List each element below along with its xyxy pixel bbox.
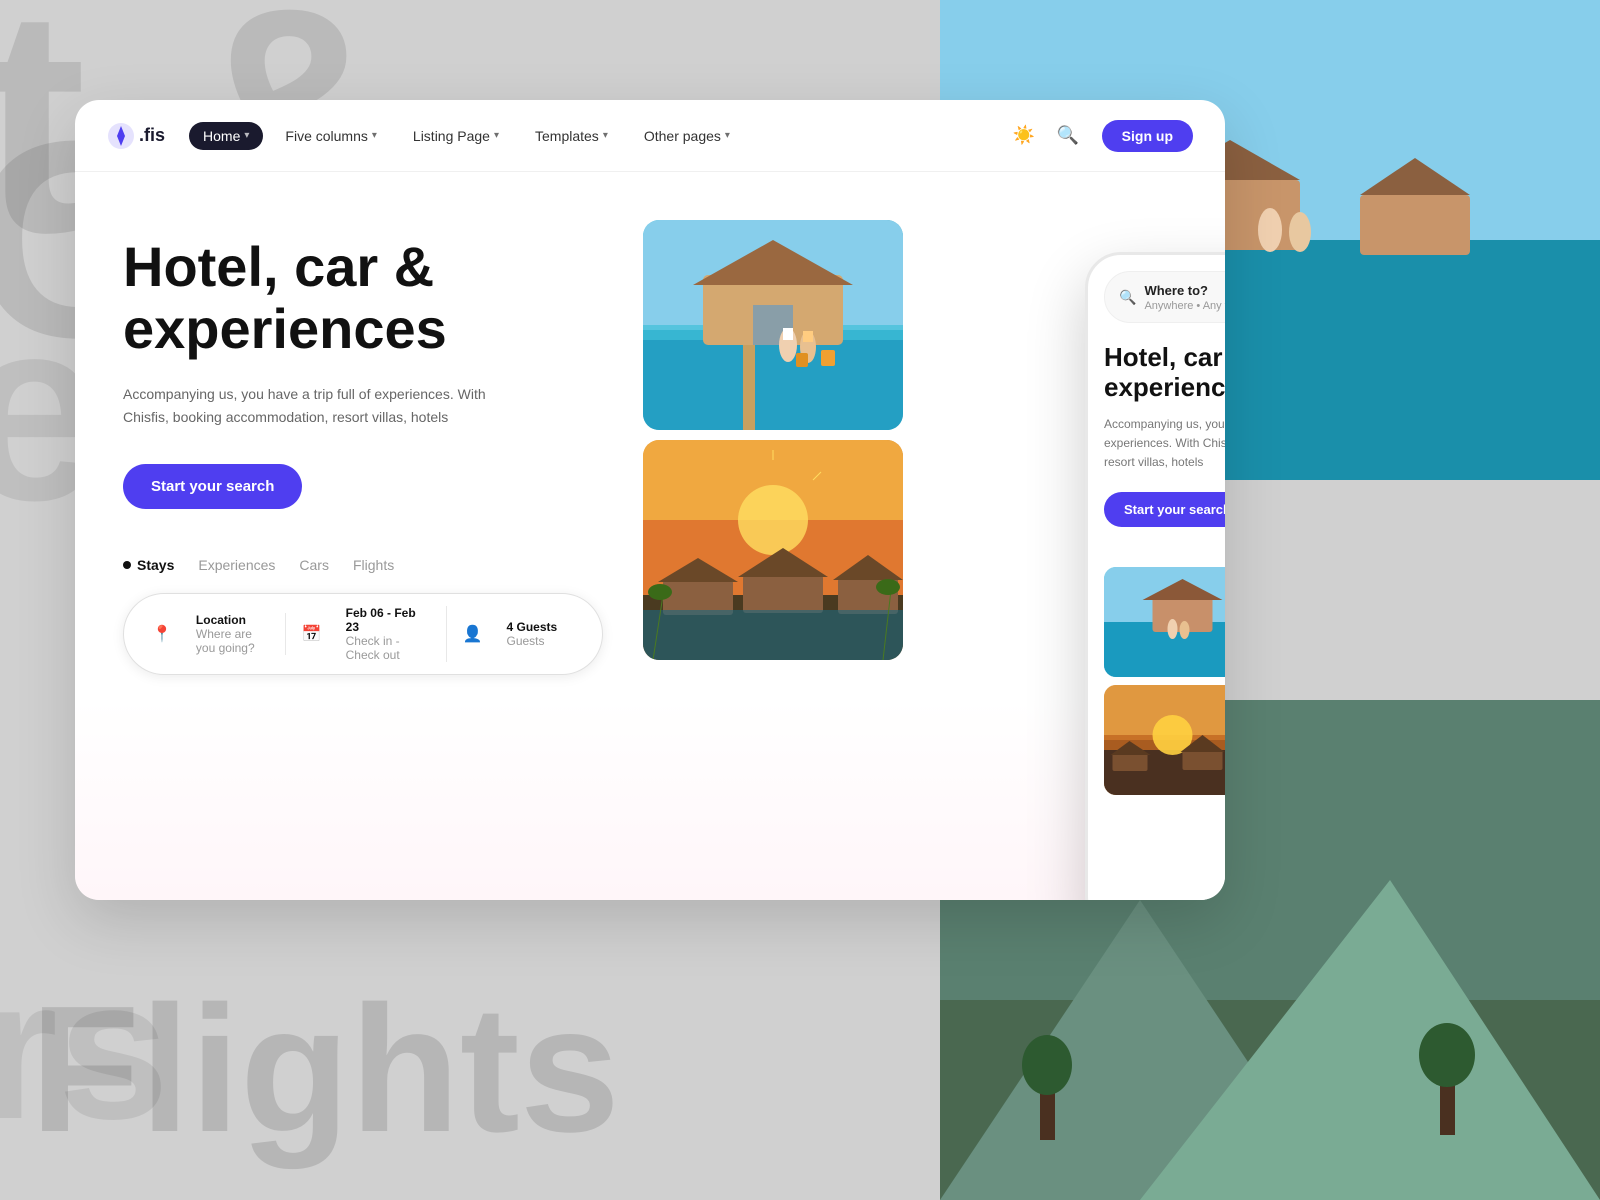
location-field[interactable]: Location Where are you going? [180,613,286,655]
sun-icon: ☀️ [1012,125,1034,146]
mobile-images [1104,567,1225,795]
hero-image-overwater [643,220,903,430]
signup-button[interactable]: Sign up [1102,120,1193,152]
nav-item-home[interactable]: Home ▾ [189,122,263,150]
guests-icon: 👤 [463,624,483,644]
chevron-icon: ▾ [244,130,249,141]
hero-content: Hotel, car & experiences Accompanying us… [123,220,603,900]
search-tabs: Stays Experiences Cars Flights [123,557,603,573]
search-bar: 📍 Location Where are you going? 📅 Feb 06… [123,593,603,675]
mobile-search-text: Where to? Anywhere • Any week • Add gues… [1144,282,1225,312]
main-card: .fis Home ▾ Five columns ▾ Listing Page … [75,100,1225,900]
mobile-hero-subtitle: Accompanying us, you have a trip full of… [1104,415,1225,473]
nav-item-listing-page[interactable]: Listing Page ▾ [399,122,513,150]
hero-image-sunset [643,440,903,660]
mobile-start-search-button[interactable]: Start your search [1104,492,1225,527]
guests-field[interactable]: 4 Guests Guests [491,620,575,648]
tab-flights[interactable]: Flights [353,557,394,573]
mobile-image-col-left [1104,567,1225,795]
mobile-hero-title: Hotel, car & experiences [1104,343,1225,403]
mobile-image-1 [1104,567,1225,677]
chevron-icon: ▾ [372,130,377,141]
mobile-search-icon: 🔍 [1119,289,1136,306]
mobile-content: Hotel, car & experiences Accompanying us… [1088,323,1225,567]
logo-text: .fis [139,125,165,146]
start-search-button[interactable]: Start your search [123,464,302,509]
nav-item-templates[interactable]: Templates ▾ [521,122,622,150]
nav-item-other-pages[interactable]: Other pages ▾ [630,122,744,150]
location-icon: 📍 [152,624,172,644]
chevron-icon: ▾ [603,130,608,141]
logo-icon [107,122,135,150]
calendar-icon: 📅 [302,624,322,644]
nav-item-five-columns[interactable]: Five columns ▾ [271,122,391,150]
tab-cars[interactable]: Cars [299,557,329,573]
hero-section: Hotel, car & experiences Accompanying us… [75,172,1225,900]
theme-toggle-button[interactable]: ☀️ [1006,118,1042,154]
hero-title: Hotel, car & experiences [123,236,603,359]
tab-stays[interactable]: Stays [123,557,174,573]
tab-experiences[interactable]: Experiences [198,557,275,573]
mobile-mockup: 🔍 Where to? Anywhere • Any week • Add gu… [1085,252,1225,900]
logo[interactable]: .fis [107,122,165,150]
navbar: .fis Home ▾ Five columns ▾ Listing Page … [75,100,1225,172]
search-button[interactable]: 🔍 [1050,118,1086,154]
mobile-search-bar[interactable]: 🔍 Where to? Anywhere • Any week • Add gu… [1104,271,1225,323]
hero-subtitle: Accompanying us, you have a trip full of… [123,383,503,428]
active-dot [123,561,131,569]
chevron-icon: ▾ [494,130,499,141]
search-icon: 🔍 [1056,125,1078,146]
chevron-icon: ▾ [725,130,730,141]
mobile-image-2 [1104,685,1225,795]
date-field[interactable]: Feb 06 - Feb 23 Check in - Check out [330,606,447,662]
